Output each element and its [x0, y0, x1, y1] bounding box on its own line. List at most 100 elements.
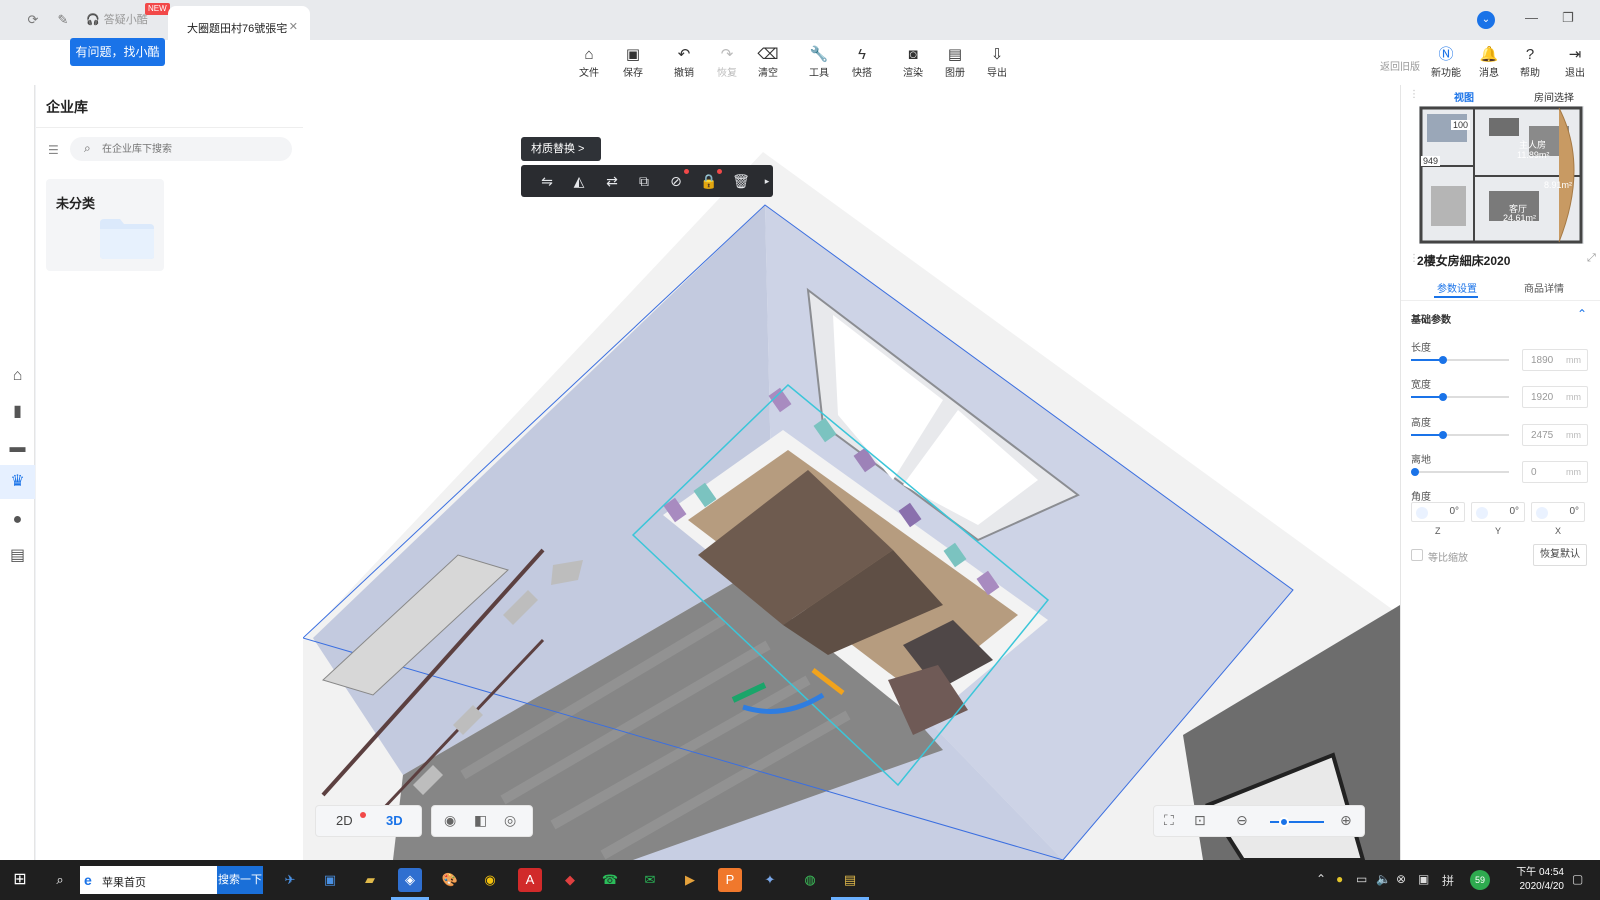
height-slider[interactable]: [1411, 431, 1509, 439]
computer-icon[interactable]: ▣: [318, 868, 342, 892]
floorplan-thumbnail[interactable]: 100 949 主人房 11.89m² 客厅 24.61m² 8.91m²: [1419, 106, 1584, 244]
zoom-in-icon[interactable]: ⊕: [1340, 812, 1352, 829]
whatsapp-icon[interactable]: ☎: [598, 868, 622, 892]
search-icon[interactable]: ⌕: [48, 868, 72, 892]
tray-close-icon[interactable]: ⊗: [1396, 872, 1406, 886]
tool-undo[interactable]: ↶ 撤销: [667, 46, 701, 79]
angle-x-field[interactable]: 0°: [1531, 502, 1585, 522]
app-red-icon[interactable]: ◆: [558, 868, 582, 892]
width-slider[interactable]: [1411, 393, 1509, 401]
wechat-icon[interactable]: ✉: [638, 868, 662, 892]
refresh-icon[interactable]: ⟳: [25, 12, 41, 28]
zoom-out-icon[interactable]: ⊖: [1236, 812, 1248, 829]
slider-handle[interactable]: [1439, 356, 1447, 364]
slider-handle[interactable]: [1411, 468, 1419, 476]
angle-z-field[interactable]: 0°: [1411, 502, 1465, 522]
mode-3d-button[interactable]: 3D: [386, 813, 403, 828]
material-replace-button[interactable]: 材质替换 >: [521, 137, 601, 161]
tool-export[interactable]: ⇩ 导出: [980, 46, 1014, 79]
tool-logout[interactable]: ⇥ 退出: [1558, 46, 1592, 79]
explorer-icon[interactable]: ▤: [838, 868, 862, 892]
tool-clear[interactable]: ⌫ 清空: [751, 46, 785, 79]
tray-app-icon[interactable]: ●: [1336, 872, 1343, 886]
rail-sofa[interactable]: ▬: [0, 431, 35, 465]
ie-address-bar[interactable]: e 苹果首页: [80, 866, 217, 894]
tab-params[interactable]: 参数设置: [1437, 280, 1477, 295]
network-icon[interactable]: ▭: [1356, 872, 1367, 886]
angle-y-field[interactable]: 0°: [1471, 502, 1525, 522]
screenshot-icon[interactable]: ⛶: [1164, 812, 1174, 829]
old-version-link[interactable]: 返回旧版: [1380, 58, 1420, 73]
length-field[interactable]: 1890 mm: [1522, 349, 1588, 371]
folder-uncategorized[interactable]: 未分类: [46, 179, 164, 271]
more-icon[interactable]: ▸: [757, 172, 777, 190]
elevation-slider[interactable]: [1411, 468, 1509, 476]
system-clock[interactable]: 下午 04:54 2020/4/20: [1500, 866, 1564, 894]
tool-save[interactable]: ▣ 保存: [616, 46, 650, 79]
elevation-field[interactable]: 0 mm: [1522, 461, 1588, 483]
zoom-slider-handle[interactable]: [1279, 817, 1289, 827]
rail-door[interactable]: ▮: [0, 395, 35, 429]
proportional-checkbox[interactable]: [1411, 549, 1423, 561]
tab-product-details[interactable]: 商品详情: [1524, 280, 1564, 295]
replace-icon[interactable]: ⇄: [602, 172, 622, 190]
notification-icon[interactable]: ▢: [1572, 872, 1583, 886]
bird-icon[interactable]: ✦: [758, 868, 782, 892]
flip-horizontal-icon[interactable]: ⇋: [537, 172, 557, 190]
tool-album[interactable]: ▤ 图册: [938, 46, 972, 79]
rail-catalog[interactable]: ▤: [0, 539, 35, 573]
hide-icon[interactable]: ⊘: [666, 172, 686, 190]
media-icon[interactable]: ▶: [678, 868, 702, 892]
tab-help-bot[interactable]: 🎧 答疑小酷: [86, 10, 148, 30]
chevron-up-icon[interactable]: ⌃: [1577, 307, 1587, 321]
search-input[interactable]: [102, 140, 282, 158]
tray-expand-icon[interactable]: ⌃: [1316, 872, 1326, 886]
tool-tools[interactable]: 🔧 工具: [802, 46, 836, 79]
office-icon[interactable]: P: [718, 868, 742, 892]
tab-project[interactable]: 大圈题田村76號張宅 ✕: [168, 6, 310, 40]
volume-icon[interactable]: 🔈: [1376, 872, 1391, 886]
delete-icon[interactable]: 🗑: [731, 172, 751, 190]
folder-icon[interactable]: ▰: [358, 868, 382, 892]
close-icon[interactable]: ✕: [289, 20, 298, 33]
help-chip[interactable]: 有问题，找小酷: [70, 38, 165, 66]
pin-icon[interactable]: ✎: [55, 12, 71, 28]
tool-file[interactable]: ⌂ 文件: [572, 46, 606, 79]
app-icon[interactable]: ✈: [278, 868, 302, 892]
rail-enterprise[interactable]: ♛: [0, 465, 35, 499]
rail-house[interactable]: ⌂: [0, 359, 35, 393]
kujiale-app-icon[interactable]: ◈: [398, 868, 422, 892]
fit-view-icon[interactable]: ⊡: [1194, 812, 1206, 829]
search-go-button[interactable]: 搜索一下: [217, 866, 263, 894]
browser-green-icon[interactable]: ◍: [798, 868, 822, 892]
tab-view[interactable]: 视图: [1454, 89, 1474, 104]
reset-default-button[interactable]: 恢复默认: [1533, 544, 1587, 566]
height-field[interactable]: 2475 mm: [1522, 424, 1588, 446]
tool-render[interactable]: ◙ 渲染: [896, 46, 930, 79]
tool-help[interactable]: ? 帮助: [1513, 46, 1547, 79]
tool-quickbuild[interactable]: ϟ 快搭: [845, 46, 879, 79]
slider-handle[interactable]: [1439, 431, 1447, 439]
copy-icon[interactable]: ⧉: [634, 172, 654, 190]
paint-icon[interactable]: 🎨: [438, 868, 462, 892]
tool-redo[interactable]: ↷ 恢复: [710, 46, 744, 79]
rail-user[interactable]: ●: [0, 503, 35, 537]
lock-icon[interactable]: 🔒: [699, 172, 719, 190]
tray-box-icon[interactable]: ▣: [1418, 872, 1429, 886]
list-icon[interactable]: ☰: [48, 143, 59, 157]
viewport-3d[interactable]: 材质替换 > ⇋ ◭ ⇄ ⧉ ⊘ 🔒 🗑 ▸ 2D 3D ◉ ◧ ◎ ⛶ ⊡ ⊖…: [303, 85, 1400, 860]
tool-messages[interactable]: 🔔 消息: [1472, 46, 1506, 79]
mode-2d-button[interactable]: 2D: [336, 813, 353, 828]
width-field[interactable]: 1920 mm: [1522, 386, 1588, 408]
tool-new-features[interactable]: Ⓝ 新功能: [1429, 46, 1463, 79]
chrome-icon[interactable]: ◉: [478, 868, 502, 892]
ime-icon[interactable]: 拼: [1442, 872, 1454, 889]
eye-icon[interactable]: ◉: [444, 812, 456, 829]
tray-badge[interactable]: 59: [1470, 870, 1490, 890]
acrobat-icon[interactable]: A: [518, 868, 542, 892]
slider-handle[interactable]: [1439, 393, 1447, 401]
compass-icon[interactable]: ◎: [504, 812, 516, 829]
cube-icon[interactable]: ◧: [474, 812, 487, 829]
chevron-down-icon[interactable]: ⌄: [1477, 11, 1495, 29]
windows-start-icon[interactable]: ⊞: [8, 868, 32, 892]
